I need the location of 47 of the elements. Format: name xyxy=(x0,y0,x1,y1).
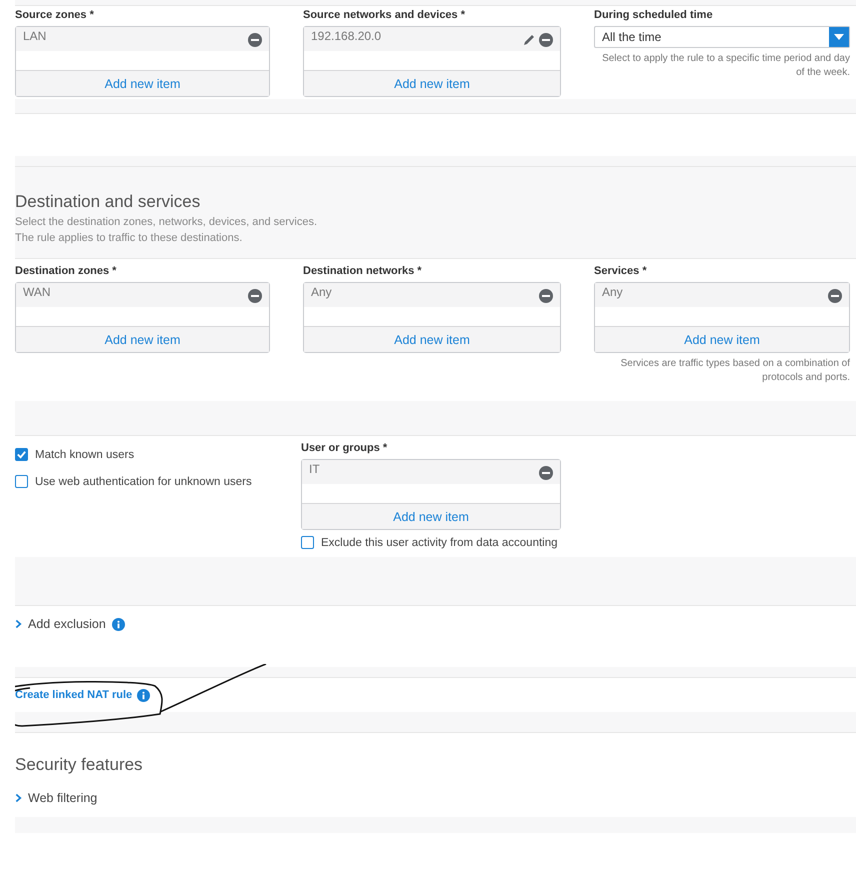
remove-icon[interactable] xyxy=(248,288,262,302)
list-item: 192.168.20.0 xyxy=(311,28,382,43)
list-item: WAN xyxy=(23,284,51,299)
remove-icon[interactable] xyxy=(248,32,262,46)
info-icon[interactable] xyxy=(137,688,150,702)
section-title: Security features xyxy=(15,755,144,775)
add-exclusion-toggle[interactable]: Add exclusion xyxy=(28,617,106,631)
list-item: LAN xyxy=(23,28,46,43)
info-icon[interactable] xyxy=(112,618,125,630)
create-nat-rule-link[interactable]: Create linked NAT rule xyxy=(15,689,132,701)
field-label: Source networks and devices * xyxy=(303,9,466,21)
section-title: Destination and services xyxy=(15,192,202,212)
field-label: User or groups * xyxy=(301,442,388,454)
help-text: Services are traffic types based on a combination of protocols and ports. xyxy=(620,357,850,385)
schedule-dropdown[interactable]: All the time xyxy=(594,26,850,48)
checkbox-label: Exclude this user activity from data accounting xyxy=(321,536,558,548)
remove-icon[interactable] xyxy=(539,32,553,46)
help-text: Select to apply the rule to a specific time period and day of the week. xyxy=(601,52,850,80)
checkbox-label: Use web authentication for unknown users xyxy=(35,476,252,488)
web-filtering-toggle[interactable]: Web filtering xyxy=(28,791,98,805)
chevron-icon[interactable] xyxy=(15,619,22,629)
checkbox[interactable] xyxy=(301,536,314,549)
list-item: Any xyxy=(311,284,332,299)
section-description: Select the destination zones, networks, devices, and services. xyxy=(15,215,318,230)
field-label: Destination networks * xyxy=(303,265,423,277)
add-new-item-button[interactable]: Add new item xyxy=(16,326,269,352)
field-label: Destination zones * xyxy=(15,265,118,277)
checkbox[interactable] xyxy=(15,448,28,461)
field-label: Source zones * xyxy=(15,9,95,21)
add-new-item-button[interactable]: Add new item xyxy=(304,326,560,352)
add-new-item-button[interactable]: Add new item xyxy=(16,70,269,96)
field-label: Services * xyxy=(594,265,648,277)
field-label: During scheduled time xyxy=(594,9,714,21)
add-new-item-button[interactable]: Add new item xyxy=(302,503,560,529)
dropdown-arrow-icon xyxy=(834,34,844,40)
section-description: The rule applies to traffic to these destinations. xyxy=(15,231,244,246)
add-new-item-button[interactable]: Add new item xyxy=(304,70,560,96)
remove-icon[interactable] xyxy=(539,288,553,302)
checkbox-label: Match known users xyxy=(35,448,134,460)
checkbox[interactable] xyxy=(15,475,28,488)
list-item: Any xyxy=(602,284,623,299)
list-item: IT xyxy=(309,461,320,476)
chevron-icon[interactable] xyxy=(15,793,22,803)
add-new-item-button[interactable]: Add new item xyxy=(595,326,849,352)
remove-icon[interactable] xyxy=(539,466,553,480)
remove-icon[interactable] xyxy=(828,288,842,302)
pencil-icon[interactable] xyxy=(522,32,536,46)
